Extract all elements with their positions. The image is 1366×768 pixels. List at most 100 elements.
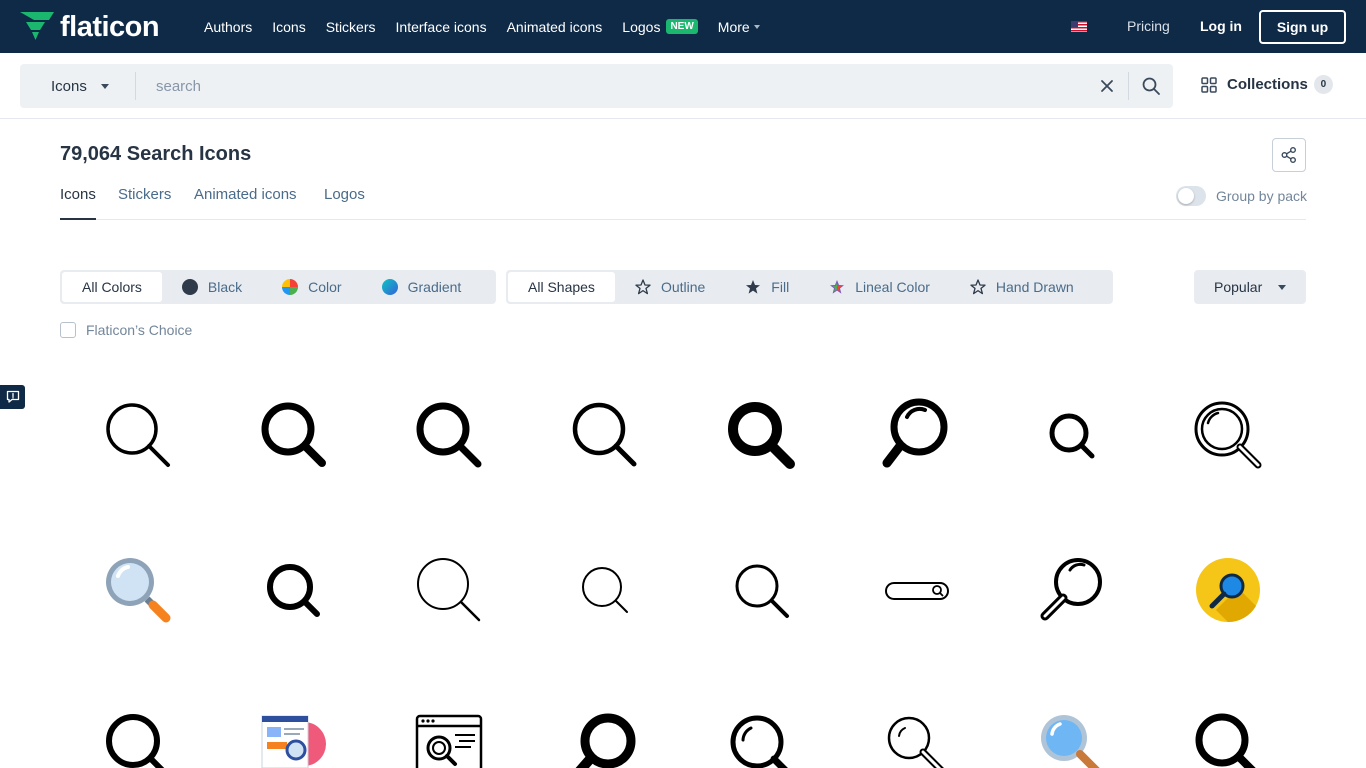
icon-result[interactable] (1032, 706, 1112, 768)
icon-result[interactable] (877, 550, 957, 630)
star-hand-drawn-icon (970, 279, 986, 295)
icon-result[interactable] (1032, 550, 1112, 630)
icon-result[interactable] (1188, 706, 1268, 768)
collections-button[interactable]: Collections 0 (1201, 75, 1333, 94)
search-type-select[interactable]: Icons (20, 64, 136, 108)
search-type-label: Icons (51, 77, 87, 95)
filter-fill[interactable]: Fill (725, 272, 809, 302)
main-nav: Authors Icons Stickers Interface icons A… (204, 0, 780, 53)
search-bar-icon (885, 582, 949, 600)
filter-fill-label: Fill (771, 279, 790, 295)
new-badge: NEW (666, 19, 698, 34)
icon-result[interactable] (721, 706, 801, 768)
icon-result[interactable] (409, 706, 489, 768)
nav-stickers[interactable]: Stickers (326, 19, 376, 35)
search-extra-bold-icon (728, 402, 795, 469)
icon-result[interactable] (254, 706, 334, 768)
search-double-ring-icon (1194, 401, 1262, 469)
icon-result[interactable] (877, 706, 957, 768)
group-by-pack-toggle[interactable] (1176, 186, 1206, 206)
search-highlight-icon (730, 715, 788, 768)
page-title: 79,064 Search Icons (60, 143, 252, 165)
webpage-search-color-icon (261, 715, 326, 768)
filter-outline-label: Outline (660, 279, 706, 295)
icon-result[interactable] (565, 706, 645, 768)
search-extra-bold-icon (575, 713, 636, 768)
filter-all-shapes[interactable]: All Shapes (508, 272, 615, 302)
search-outline-icon (572, 402, 637, 467)
divider (1128, 72, 1129, 100)
filter-hand-drawn[interactable]: Hand Drawn (950, 272, 1094, 302)
filter-outline[interactable]: Outline (615, 272, 725, 302)
search-small-bold-icon (1049, 413, 1095, 459)
icon-result[interactable] (721, 550, 801, 630)
search-yellow-circle-icon (1196, 558, 1260, 623)
toggle-knob (1178, 188, 1194, 204)
sort-select[interactable]: Popular (1194, 270, 1306, 304)
login-link[interactable]: Log in (1200, 18, 1242, 34)
nav-logos[interactable]: Logos NEW (622, 19, 698, 35)
icon-result[interactable] (98, 706, 178, 768)
search-bold-icon (106, 714, 165, 768)
icon-result[interactable] (409, 395, 489, 475)
signup-button[interactable]: Sign up (1259, 10, 1346, 44)
tab-stickers[interactable]: Stickers (118, 186, 171, 220)
star-lineal-color-icon (830, 280, 845, 294)
nav-more-label: More (717, 18, 750, 35)
icon-result[interactable] (98, 550, 178, 630)
search-icon[interactable] (1141, 76, 1161, 96)
icon-result[interactable] (254, 395, 334, 475)
icon-result[interactable] (254, 550, 334, 630)
group-by-pack-label: Group by pack (1216, 188, 1308, 204)
filter-hand-drawn-label: Hand Drawn (995, 279, 1074, 295)
nav-interface-icons[interactable]: Interface icons (396, 19, 487, 35)
flaticons-choice-checkbox[interactable] (60, 322, 76, 338)
icon-result[interactable] (565, 550, 645, 630)
icon-result[interactable] (1032, 395, 1112, 475)
icon-result[interactable] (565, 395, 645, 475)
icon-result[interactable] (409, 550, 489, 630)
share-button[interactable] (1272, 138, 1306, 172)
group-by-pack[interactable]: Group by pack (1176, 186, 1307, 206)
us-flag-icon[interactable] (1071, 21, 1087, 32)
icon-result[interactable] (98, 395, 178, 475)
icon-result[interactable] (1188, 395, 1268, 475)
filter-black[interactable]: Black (162, 272, 262, 302)
color-swatch-icon (282, 279, 299, 295)
tab-animated-icons[interactable]: Animated icons (194, 186, 297, 220)
color-filter-group: All Colors Black Color Gradient (60, 270, 496, 304)
filter-black-label: Black (207, 279, 243, 295)
browser-search-icon (415, 714, 483, 768)
icon-result[interactable] (877, 395, 957, 475)
divider (135, 72, 136, 100)
nav-animated-icons[interactable]: Animated icons (507, 19, 603, 35)
search-thin-icon (417, 558, 481, 622)
tab-icons[interactable]: Icons (60, 186, 96, 220)
close-icon[interactable] (1098, 77, 1116, 95)
filter-color[interactable]: Color (262, 272, 361, 302)
search-box: Icons (20, 64, 1173, 108)
star-outline-icon (635, 279, 651, 295)
chevron-down-icon (753, 24, 760, 29)
tab-logos[interactable]: Logos (324, 186, 365, 220)
pricing-link[interactable]: Pricing (1127, 18, 1170, 34)
sort-label: Popular (1214, 279, 1263, 295)
chevron-down-icon (1278, 284, 1287, 290)
feedback-button[interactable] (0, 385, 25, 409)
nav-more[interactable]: More (718, 19, 760, 35)
flaticon-logo[interactable]: flaticon (20, 10, 160, 44)
star-fill-icon (746, 280, 761, 294)
search-thin-small-icon (582, 567, 628, 613)
icon-result[interactable] (1188, 550, 1268, 630)
filter-gradient[interactable]: Gradient (362, 272, 482, 302)
nav-icons[interactable]: Icons (272, 19, 305, 35)
flaticons-choice-filter[interactable]: Flaticon’s Choice (60, 322, 192, 338)
filter-color-label: Color (308, 279, 342, 295)
result-tabs: Icons Stickers Animated icons Logos (60, 186, 1306, 220)
magnifier-color-icon (106, 558, 171, 623)
filter-all-colors[interactable]: All Colors (62, 272, 162, 302)
search-input[interactable] (156, 71, 1056, 101)
nav-authors[interactable]: Authors (204, 19, 252, 35)
filter-lineal-color[interactable]: Lineal Color (809, 272, 950, 302)
icon-result[interactable] (721, 395, 801, 475)
